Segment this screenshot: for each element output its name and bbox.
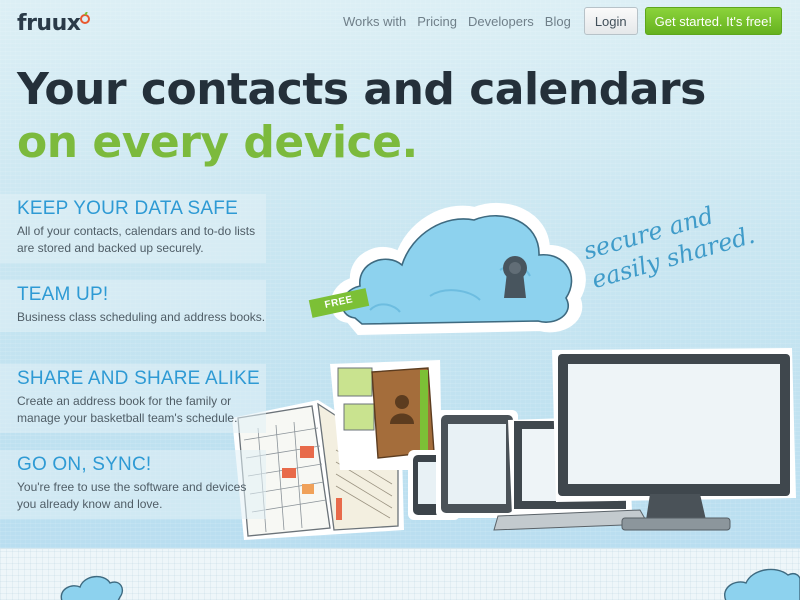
feature-text: Business class scheduling and address bo… bbox=[17, 310, 266, 324]
feature-title: KEEP YOUR DATA SAFE bbox=[17, 198, 238, 219]
page-headline: Your contacts and calendars bbox=[17, 64, 706, 115]
top-nav: Works with Pricing Developers Blog Login… bbox=[343, 7, 782, 35]
feature-keep-data-safe: KEEP YOUR DATA SAFE All of your contacts… bbox=[0, 194, 266, 263]
nav-link-developers[interactable]: Developers bbox=[468, 14, 534, 29]
feature-sync: GO ON, SYNC! You're free to use the soft… bbox=[0, 450, 266, 519]
cloud-icon bbox=[60, 576, 124, 600]
logo-text: fruux bbox=[17, 11, 81, 36]
cloud-lock-icon bbox=[330, 203, 586, 336]
logo-mark-icon bbox=[80, 12, 91, 24]
login-button[interactable]: Login bbox=[583, 7, 638, 35]
feature-text: All of your contacts, calendars and to-d… bbox=[17, 224, 256, 255]
nav-link-works-with[interactable]: Works with bbox=[343, 14, 406, 29]
get-started-button[interactable]: Get started. It's free! bbox=[644, 7, 782, 35]
feature-title: TEAM UP! bbox=[17, 284, 109, 305]
logo[interactable]: fruux bbox=[17, 9, 91, 39]
page-subheadline: on every device. bbox=[17, 117, 418, 168]
feature-title: GO ON, SYNC! bbox=[17, 454, 152, 475]
tablet-icon bbox=[436, 410, 518, 518]
cloud-icon bbox=[724, 568, 800, 600]
feature-text: You're free to use the software and devi… bbox=[17, 480, 247, 511]
feature-text: Create an address book for the family or… bbox=[17, 394, 238, 425]
lower-section bbox=[0, 548, 800, 600]
feature-team-up: TEAM UP! Business class scheduling and a… bbox=[0, 280, 266, 332]
lower-clouds bbox=[60, 568, 800, 600]
hero-section: secure and easily shared. FREE fruux Wor… bbox=[0, 0, 800, 548]
feature-title: SHARE AND SHARE ALIKE bbox=[17, 368, 260, 389]
nav-link-blog[interactable]: Blog bbox=[545, 14, 571, 29]
nav-link-pricing[interactable]: Pricing bbox=[417, 14, 457, 29]
feature-share: SHARE AND SHARE ALIKE Create an address … bbox=[0, 364, 266, 433]
